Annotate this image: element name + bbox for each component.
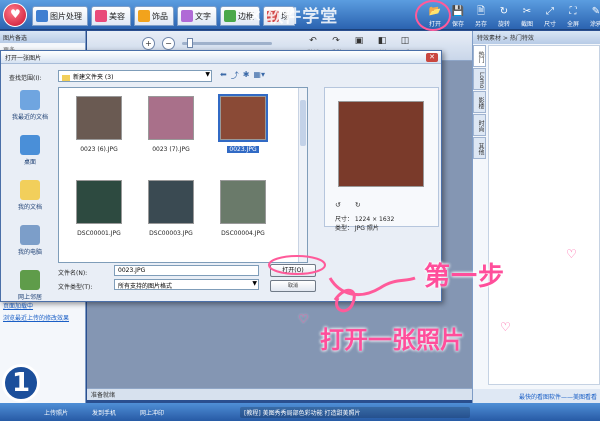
step-number-badge: 1 — [2, 364, 40, 402]
step-description: 打开一张照片 — [320, 326, 464, 354]
heart-sparkle-icon: ♡ — [500, 320, 511, 334]
heart-sparkle-icon: ♡ — [298, 312, 309, 326]
heart-sparkle-icon: ♡ — [566, 247, 577, 261]
step-title: 第一步 — [424, 262, 506, 292]
tutorial-arrow — [268, 255, 416, 313]
